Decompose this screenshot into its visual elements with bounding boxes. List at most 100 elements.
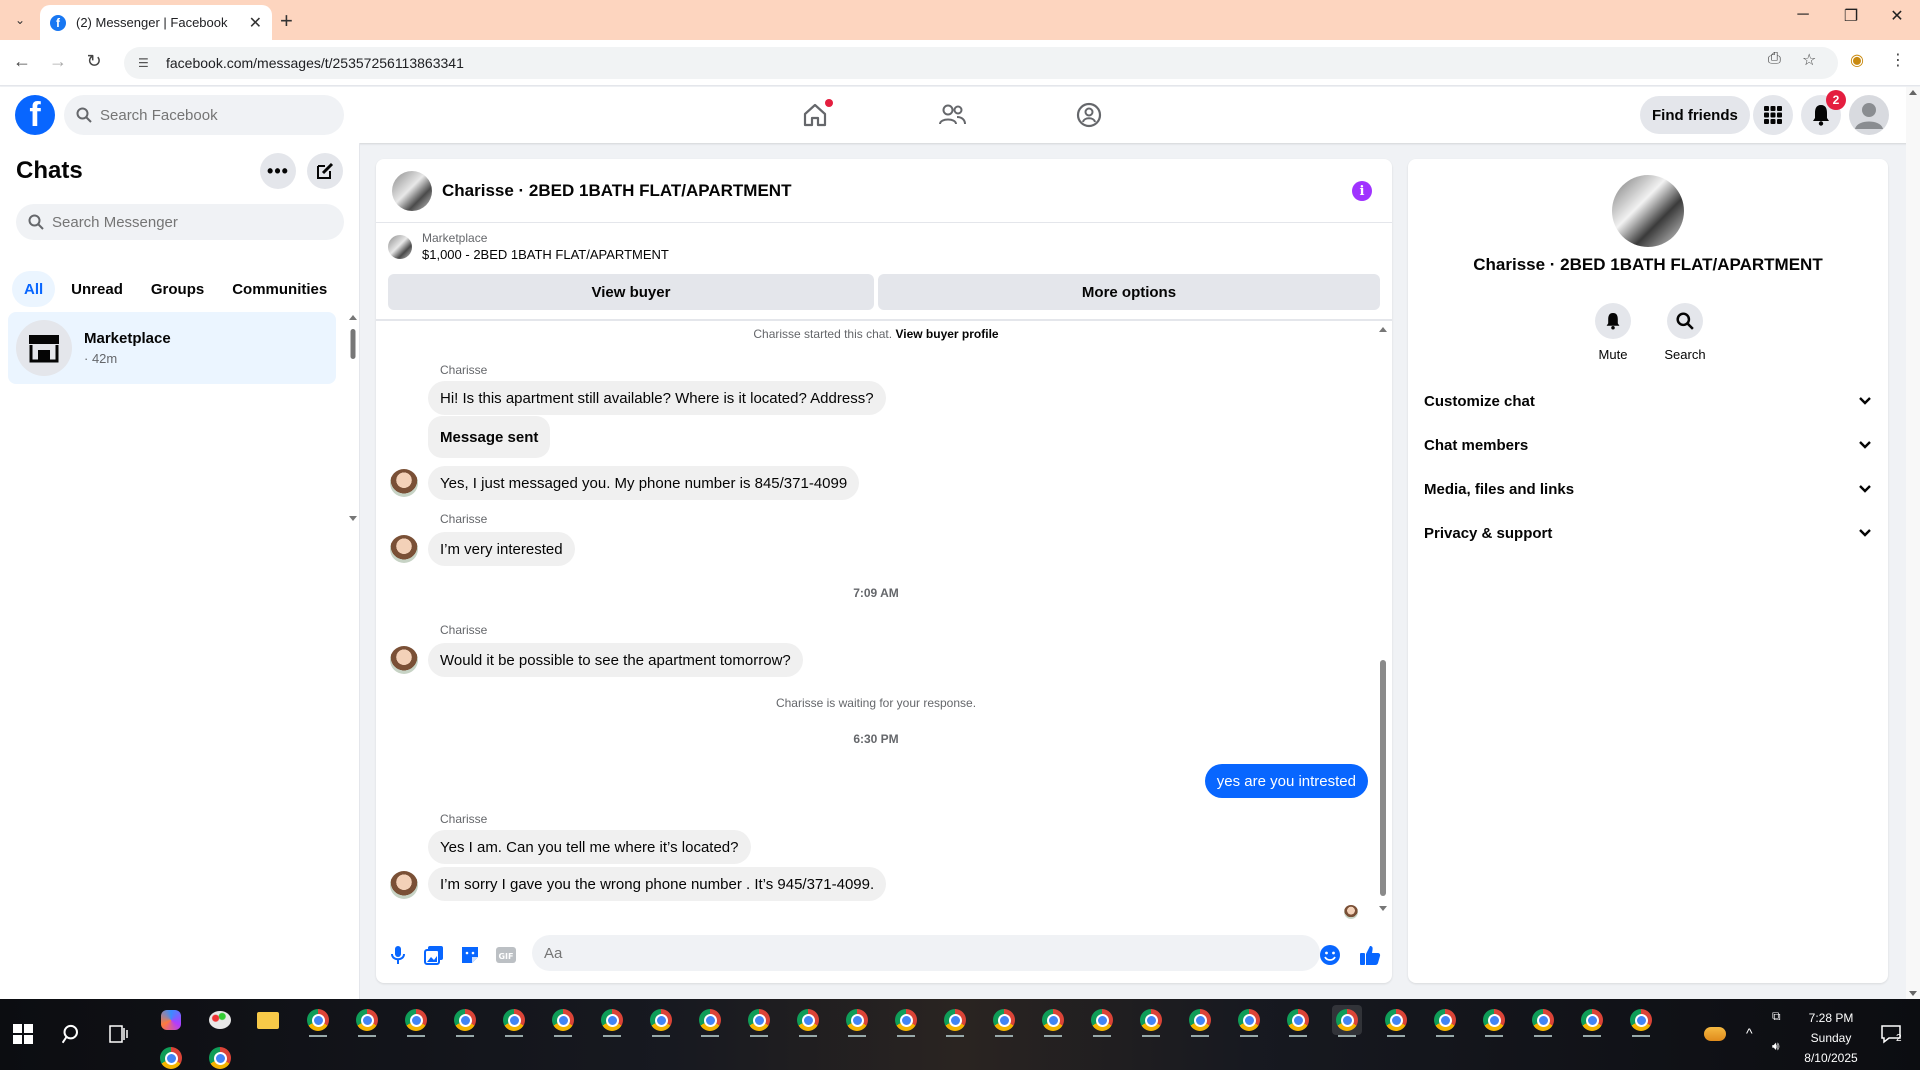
browser-tab[interactable]: f (2) Messenger | Facebook ✕ (40, 5, 272, 40)
back-icon[interactable]: ← (10, 51, 34, 72)
chrome-taskbar-button[interactable] (1234, 1005, 1264, 1037)
taskbar-search-button[interactable] (57, 1019, 87, 1049)
page-scrollbar[interactable] (1906, 87, 1920, 999)
install-app-icon[interactable]: ⎙ (1768, 50, 1781, 68)
start-button[interactable] (8, 1019, 38, 1049)
view-buyer-profile-link[interactable]: View buyer profile (895, 327, 998, 341)
chat-list-scrollbar[interactable] (349, 313, 357, 523)
filter-groups[interactable]: Groups (139, 271, 216, 307)
notification-center-button[interactable]: 2 (1876, 1019, 1906, 1049)
message-bubble[interactable]: Yes I am. Can you tell me where it’s loc… (428, 830, 751, 864)
groups-nav[interactable] (1069, 99, 1109, 131)
browser-menu-icon[interactable]: ⋮ (1890, 50, 1906, 70)
view-buyer-button[interactable]: View buyer (388, 274, 874, 310)
minimize-icon[interactable]: ─ (1780, 6, 1826, 24)
home-nav[interactable] (795, 99, 835, 131)
task-view-button[interactable] (104, 1019, 134, 1049)
message-input-wrapper[interactable] (532, 935, 1320, 971)
account-button[interactable] (1849, 95, 1889, 135)
paint-app[interactable] (205, 1005, 235, 1035)
chrome-taskbar-button[interactable] (597, 1005, 627, 1037)
message-sent-note[interactable]: Message sent (428, 416, 551, 458)
chrome-taskbar-button[interactable] (205, 1043, 235, 1070)
chrome-taskbar-button[interactable] (1430, 1005, 1460, 1037)
meet-now-icon[interactable]: ⧉ (1772, 1009, 1781, 1024)
sender-avatar[interactable] (390, 469, 418, 497)
chrome-taskbar-button[interactable] (1136, 1005, 1166, 1037)
chrome-taskbar-button[interactable] (450, 1005, 480, 1037)
friends-nav[interactable] (932, 99, 972, 131)
messenger-search-input[interactable] (52, 213, 322, 231)
bookmark-star-icon[interactable]: ☆ (1802, 50, 1816, 70)
facebook-search[interactable] (64, 95, 344, 135)
search-action[interactable]: Search (1650, 303, 1720, 362)
chrome-taskbar-button[interactable] (793, 1005, 823, 1037)
info-icon[interactable]: i (1352, 181, 1372, 201)
facebook-search-input[interactable] (100, 106, 320, 124)
clock[interactable]: 7:28 PM Sunday 8/10/2025 (1796, 1011, 1866, 1065)
volume-icon[interactable]: 🔊︎ (1772, 1039, 1780, 1054)
weather-widget[interactable] (1700, 1019, 1730, 1049)
contact-avatar-large[interactable] (1612, 175, 1684, 247)
find-friends-button[interactable]: Find friends (1640, 96, 1750, 134)
chat-item-marketplace[interactable]: Marketplace · 42m (8, 312, 336, 384)
file-explorer-app[interactable] (253, 1005, 283, 1035)
message-input[interactable] (544, 944, 1274, 962)
chrome-taskbar-button[interactable] (548, 1005, 578, 1037)
voice-clip-button[interactable] (386, 943, 410, 967)
conversation-scrollbar[interactable] (1378, 324, 1388, 914)
chrome-taskbar-button[interactable] (1577, 1005, 1607, 1037)
menu-button[interactable] (1753, 95, 1793, 135)
address-bar[interactable]: ☰ facebook.com/messages/t/25357256113863… (124, 47, 1838, 79)
forward-icon[interactable]: → (46, 51, 70, 72)
sender-avatar[interactable] (390, 646, 418, 674)
more-options-button[interactable]: More options (878, 274, 1380, 310)
section-chat-members[interactable]: Chat members (1424, 423, 1872, 467)
sent-message-bubble[interactable]: yes are you intrested (1204, 764, 1368, 798)
chrome-taskbar-button[interactable] (1381, 1005, 1411, 1037)
sender-avatar[interactable] (390, 871, 418, 899)
marketplace-listing[interactable]: Marketplace $1,000 - 2BED 1BATH FLAT/APA… (388, 231, 669, 262)
chrome-taskbar-button[interactable] (695, 1005, 725, 1037)
chrome-taskbar-button[interactable] (1332, 1005, 1362, 1037)
chrome-taskbar-button[interactable] (744, 1005, 774, 1037)
chrome-taskbar-button[interactable] (842, 1005, 872, 1037)
section-privacy-support[interactable]: Privacy & support (1424, 511, 1872, 555)
chrome-taskbar-button[interactable] (303, 1005, 333, 1037)
facebook-logo-icon[interactable]: f (15, 95, 55, 135)
copilot-app[interactable] (156, 1005, 186, 1035)
message-bubble[interactable]: Hi! Is this apartment still available? W… (428, 381, 886, 415)
chrome-taskbar-button[interactable] (1087, 1005, 1117, 1037)
contact-avatar[interactable] (392, 170, 432, 211)
filter-communities[interactable]: Communities (220, 271, 339, 307)
new-tab-button[interactable]: + (280, 8, 293, 34)
conversation-title[interactable]: Charisse · 2BED 1BATH FLAT/APARTMENT (442, 181, 791, 201)
chrome-taskbar-button[interactable] (1185, 1005, 1215, 1037)
chrome-taskbar-button[interactable] (1038, 1005, 1068, 1037)
chrome-taskbar-button[interactable] (989, 1005, 1019, 1037)
mute-action[interactable]: Mute (1578, 303, 1648, 362)
chrome-taskbar-button[interactable] (1283, 1005, 1313, 1037)
attach-photo-button[interactable] (422, 943, 446, 967)
close-tab-icon[interactable]: ✕ (249, 13, 262, 33)
sticker-button[interactable] (458, 943, 482, 967)
chrome-taskbar-button[interactable] (156, 1043, 186, 1070)
tab-search-dropdown[interactable]: ⌄ (6, 8, 34, 32)
chrome-taskbar-button[interactable] (352, 1005, 382, 1037)
message-bubble[interactable]: I’m sorry I gave you the wrong phone num… (428, 867, 887, 901)
close-window-icon[interactable]: ✕ (1874, 6, 1920, 26)
reload-icon[interactable]: ↻ (82, 51, 106, 72)
conversation-header[interactable]: Charisse · 2BED 1BATH FLAT/APARTMENT i (376, 159, 1392, 223)
message-bubble[interactable]: I’m very interested (428, 532, 575, 566)
chrome-taskbar-button[interactable] (401, 1005, 431, 1037)
chats-options-button[interactable]: ••• (260, 153, 296, 189)
messenger-search[interactable] (16, 204, 344, 240)
show-hidden-icons[interactable]: ^ (1746, 1025, 1753, 1041)
chrome-taskbar-button[interactable] (1479, 1005, 1509, 1037)
chrome-taskbar-button[interactable] (940, 1005, 970, 1037)
chrome-taskbar-button[interactable] (499, 1005, 529, 1037)
profile-icon[interactable]: ◉ (1850, 50, 1864, 70)
chrome-taskbar-button[interactable] (891, 1005, 921, 1037)
new-message-button[interactable] (307, 153, 343, 189)
message-bubble[interactable]: Yes, I just messaged you. My phone numbe… (428, 466, 860, 500)
